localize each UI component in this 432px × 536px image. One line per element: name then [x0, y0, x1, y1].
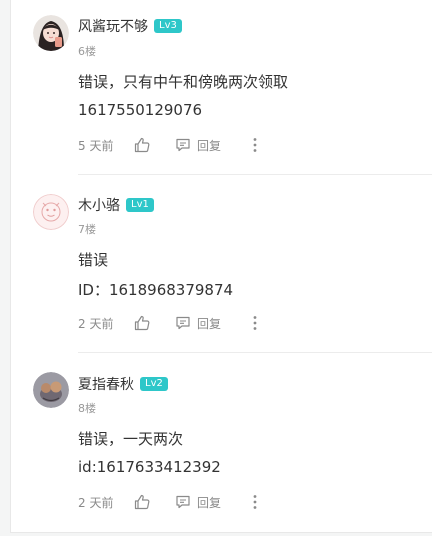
level-badge: Lv1 [126, 198, 154, 212]
divider [78, 352, 432, 353]
reply-label: 回复 [197, 495, 222, 510]
floor-number: 7楼 [78, 223, 96, 236]
comment-icon [176, 316, 190, 330]
reply-label: 回复 [197, 138, 222, 153]
reply-button[interactable]: 回复 [175, 315, 221, 332]
comment-icon [176, 138, 190, 152]
comment-text-line: 1617550129076 [78, 101, 203, 119]
floor-number: 6楼 [78, 45, 96, 58]
more-icon[interactable] [247, 314, 263, 332]
username[interactable]: 木小骆 [78, 195, 120, 215]
comment-text-line: ID：1618968379874 [78, 281, 234, 299]
level-badge: Lv2 [140, 377, 168, 391]
comment-time: 2 天前 [78, 495, 114, 510]
more-icon[interactable] [247, 136, 263, 154]
avatar[interactable] [33, 372, 69, 408]
divider [78, 174, 432, 175]
comment-icon [176, 495, 190, 509]
reply-label: 回复 [197, 316, 222, 331]
avatar[interactable] [33, 194, 69, 230]
avatar[interactable] [33, 15, 69, 51]
comment-list: 风酱玩不够 Lv3 6楼 错误，只有中午和傍晚两次领取 161755012907… [10, 0, 432, 533]
more-icon[interactable] [247, 493, 263, 511]
like-icon[interactable] [133, 136, 151, 154]
comment-text-line: id:1617633412392 [78, 458, 221, 476]
like-icon[interactable] [133, 314, 151, 332]
comment-text-line: 错误，一天两次 [78, 430, 184, 448]
reply-button[interactable]: 回复 [175, 494, 221, 511]
comment-text-line: 错误，只有中午和傍晚两次领取 [78, 73, 289, 91]
level-badge: Lv3 [154, 19, 182, 33]
username[interactable]: 夏指春秋 [78, 374, 134, 394]
comment-time: 5 天前 [78, 138, 114, 153]
reply-button[interactable]: 回复 [175, 137, 221, 154]
floor-number: 8楼 [78, 402, 96, 415]
like-icon[interactable] [133, 493, 151, 511]
username[interactable]: 风酱玩不够 [78, 16, 148, 36]
comment-text-line: 错误 [78, 251, 109, 269]
comment-time: 2 天前 [78, 316, 114, 331]
